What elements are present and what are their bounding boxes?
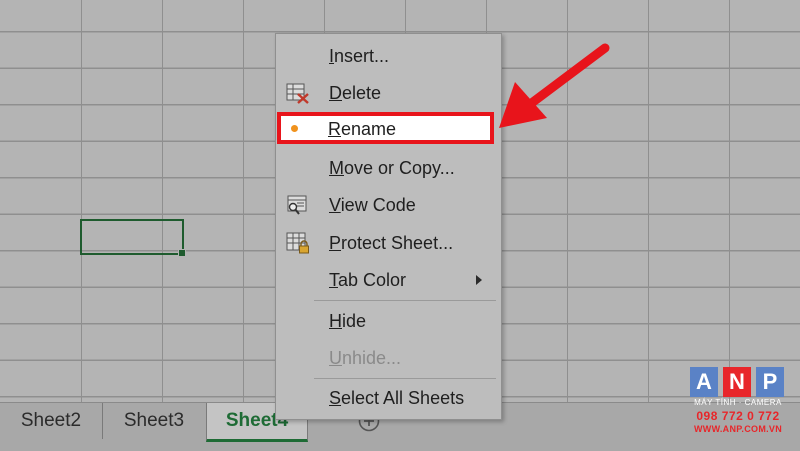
logo-letter-a: A [690,367,718,397]
menu-item-label: View Code [329,195,416,215]
sheet-tab-sheet2[interactable]: Sheet2 [0,403,103,439]
menu-item-select-all-sheets[interactable]: Select All Sheets [276,381,501,415]
fill-handle[interactable] [178,249,186,257]
red-pointer-arrow-icon [499,43,610,128]
menu-separator [314,378,496,379]
menu-item-view-code[interactable]: View Code [276,188,501,222]
menu-item-label: Select All Sheets [329,388,465,408]
menu-item-label: Delete [329,83,382,103]
menu-separator [314,300,496,301]
delete-sheet-icon [286,83,309,104]
menu-item-protect-sheet[interactable]: Protect Sheet... [276,226,501,260]
menu-item-move-or-copy[interactable]: Move or Copy... [276,151,501,185]
menu-item-label: Tab Color [329,270,407,290]
submenu-arrow-icon [476,275,482,285]
sheet-tab-sheet3[interactable]: Sheet3 [103,403,205,439]
menu-item-hide[interactable]: Hide [276,304,501,338]
menu-item-label: Move or Copy... [329,158,455,178]
menu-item-label: Hide [329,311,367,331]
logo-url: WWW.ANP.COM.VN [693,424,783,434]
menu-item-label: Protect Sheet... [329,233,454,253]
anp-logo: A N P MÁY TÍNH · CAMERA 098 772 0 772 WW… [690,367,790,447]
logo-tagline: MÁY TÍNH · CAMERA [694,398,782,407]
logo-letter-n: N [723,367,751,397]
active-cell[interactable] [80,219,184,255]
menu-item-rename-label[interactable]: Rename [328,112,396,146]
protect-sheet-icon [286,232,309,254]
logo-phone: 098 772 0 772 [696,409,780,423]
view-code-icon [287,195,307,215]
menu-item-insert[interactable]: Insert... [276,39,501,73]
menu-item-label: Unhide... [329,348,402,368]
hover-dot-icon [291,125,298,132]
menu-item-unhide: Unhide... [276,341,501,375]
menu-item-tab-color[interactable]: Tab Color [276,263,501,297]
sheet-context-menu: Insert... Delete Move or Copy... View Co… [275,33,502,420]
logo-letter-p: P [756,367,784,397]
menu-item-delete[interactable]: Delete [276,76,501,110]
menu-item-label: Insert... [329,46,390,66]
